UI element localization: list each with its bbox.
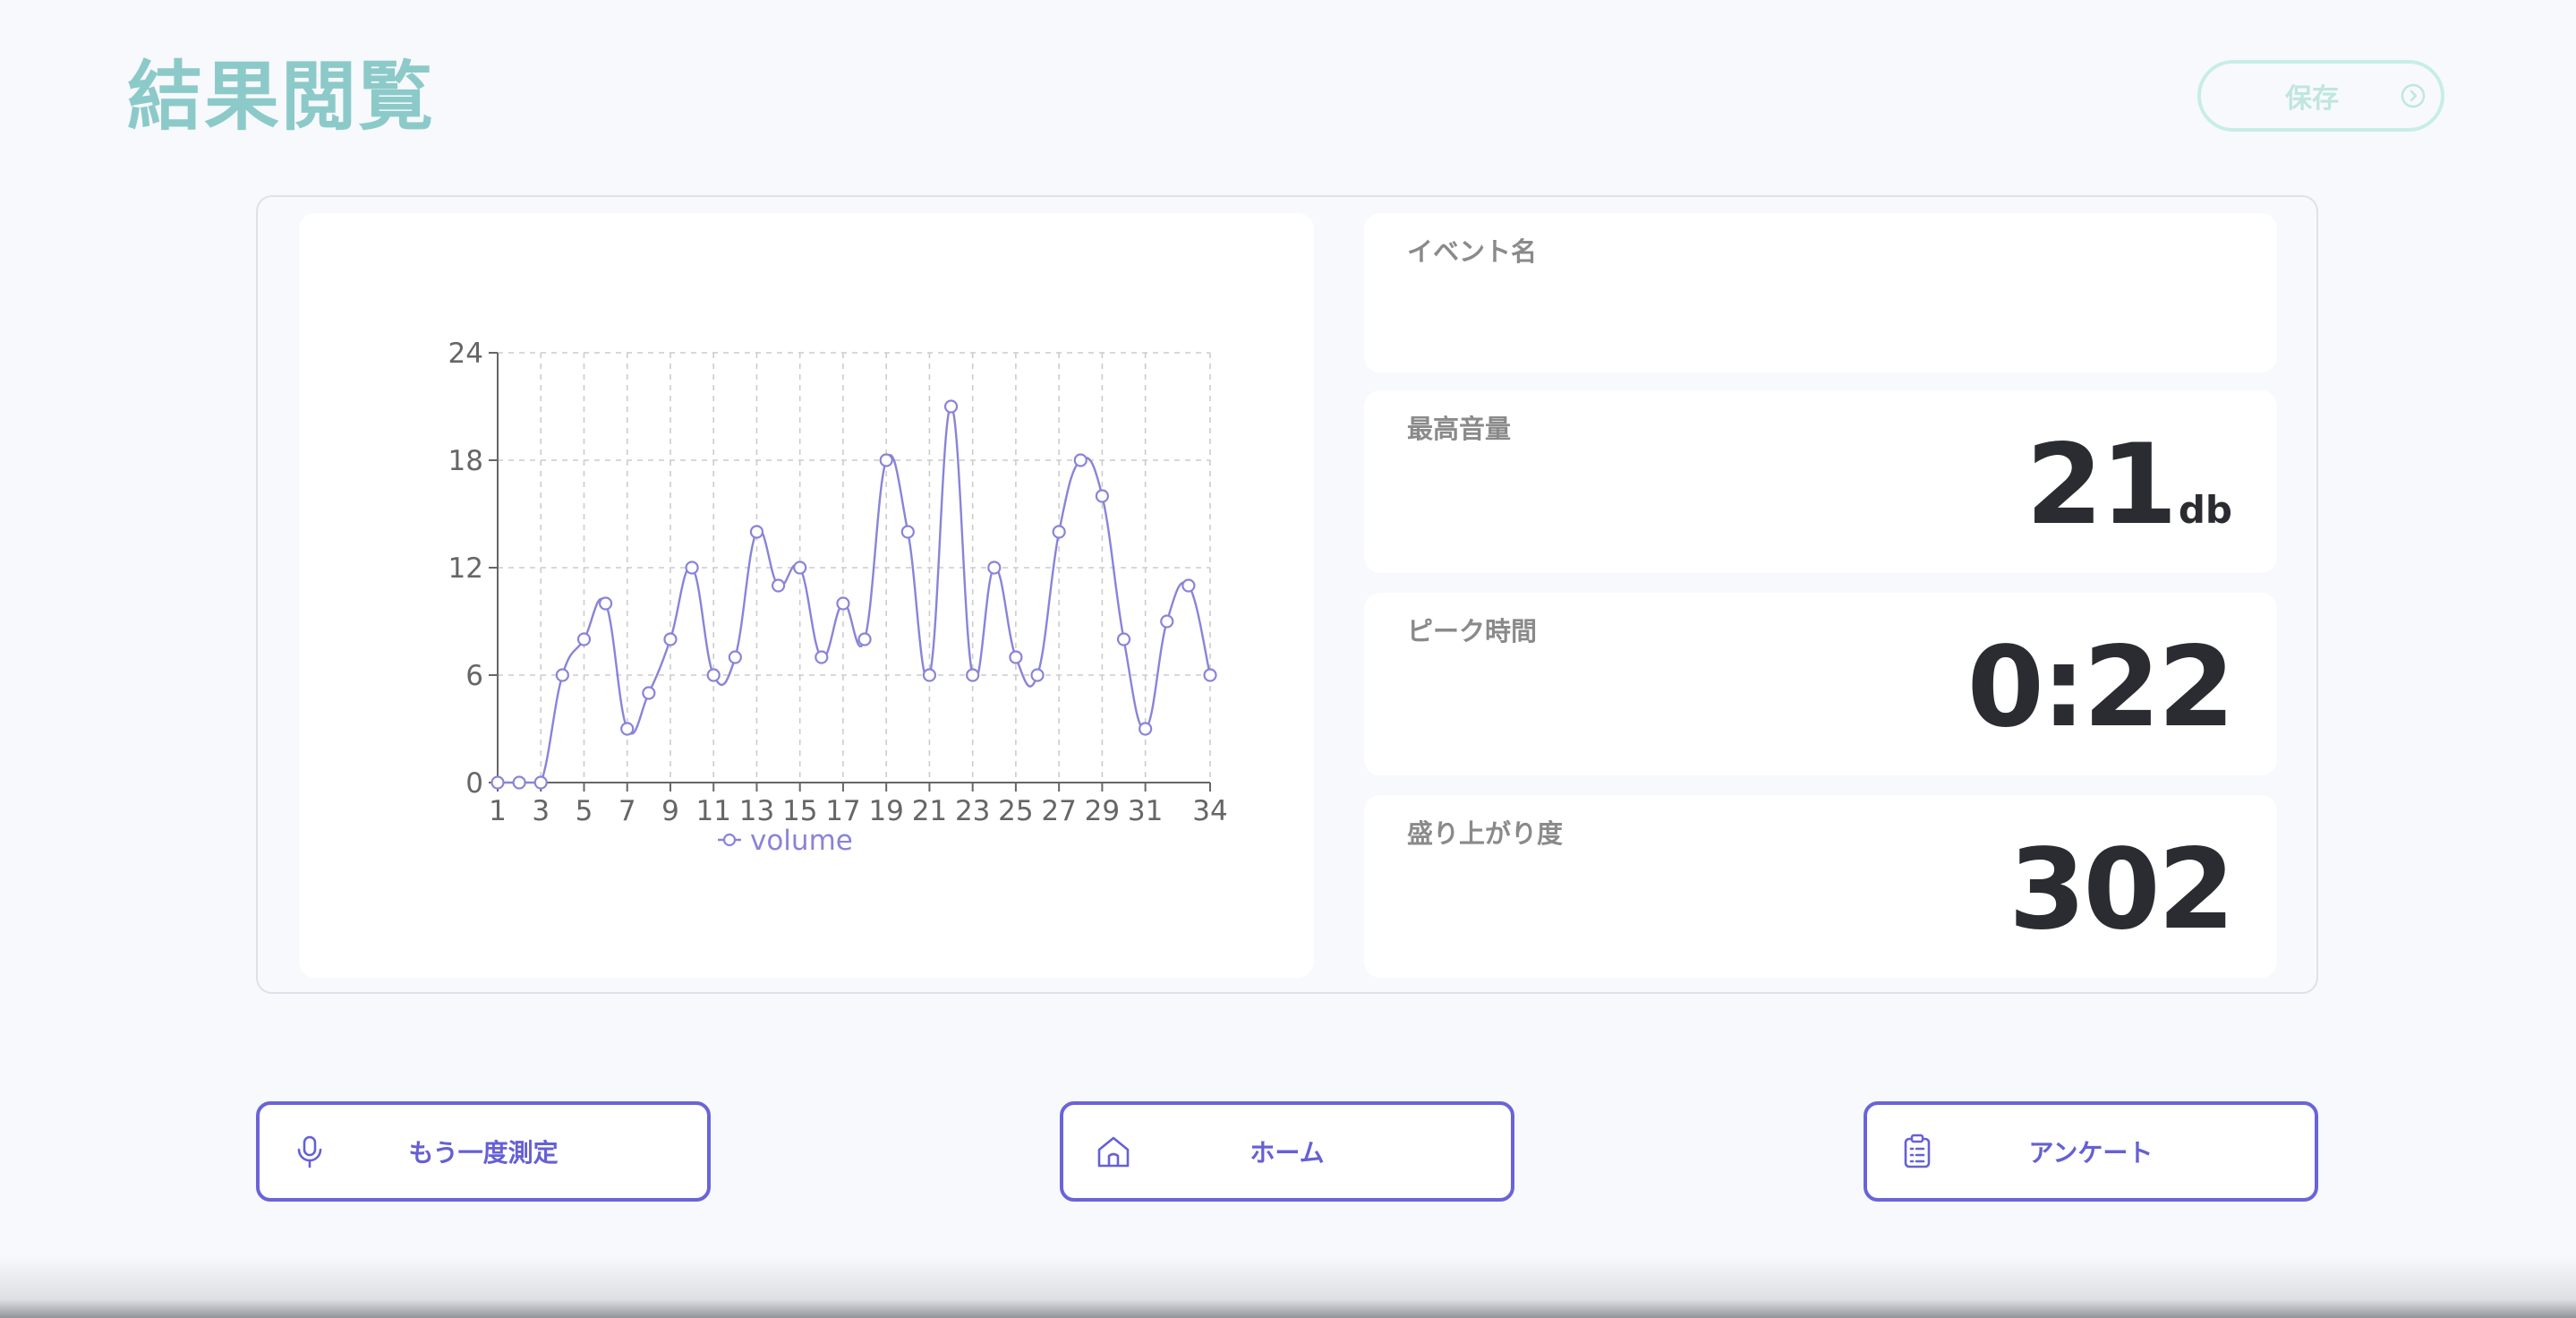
volume-data-point <box>943 399 959 414</box>
volume-data-point <box>599 596 613 611</box>
volume-data-point <box>793 561 807 575</box>
y-tick-label: 18 <box>448 445 483 477</box>
volume-data-point <box>815 650 829 664</box>
volume-data-point <box>1073 453 1088 467</box>
peak-time-card: ピーク時間 0:22 <box>1364 593 2277 775</box>
volume-data-point <box>966 668 980 682</box>
save-button[interactable]: 保存 <box>2197 60 2444 132</box>
x-tick-label: 1 <box>489 795 507 827</box>
excitement-card: 盛り上がり度 302 <box>1364 795 2277 978</box>
x-tick-label: 31 <box>1128 795 1163 827</box>
peak-time-value: 0:22 <box>1966 623 2235 752</box>
volume-data-point <box>1052 525 1066 539</box>
y-tick-label: 6 <box>465 660 483 692</box>
volume-data-point <box>1095 489 1109 503</box>
volume-data-point <box>857 632 872 646</box>
volume-data-point <box>987 561 1002 575</box>
max-volume-value: 21 <box>2026 421 2178 550</box>
volume-data-point <box>490 775 505 790</box>
volume-data-point <box>879 453 893 467</box>
legend-marker-point <box>722 833 737 847</box>
y-tick-label: 0 <box>465 767 483 800</box>
event-name-card: イベント名 <box>1364 213 2277 372</box>
x-tick-label: 25 <box>998 795 1033 827</box>
x-tick-label: 21 <box>912 795 947 827</box>
x-tick-label: 19 <box>868 795 903 827</box>
y-tick-label: 12 <box>448 552 483 585</box>
volume-data-point <box>533 775 548 790</box>
x-tick-label: 15 <box>782 795 817 827</box>
volume-data-point <box>706 668 721 682</box>
legend-label: volume <box>750 825 853 857</box>
x-tick-label: 23 <box>955 795 990 827</box>
volume-data-point <box>576 632 592 646</box>
x-tick-label: 29 <box>1085 795 1120 827</box>
max-volume-unit: db <box>2178 488 2232 532</box>
x-tick-label: 9 <box>661 795 679 827</box>
x-tick-label: 27 <box>1041 795 1076 827</box>
x-tick-label: 17 <box>825 795 860 827</box>
volume-data-point <box>642 686 656 700</box>
event-name-label: イベント名 <box>1407 236 1538 267</box>
x-tick-label: 13 <box>739 795 774 827</box>
home-button[interactable]: ホーム <box>1060 1101 1514 1202</box>
volume-data-point <box>836 596 850 611</box>
excitement-label: 盛り上がり度 <box>1407 818 1564 849</box>
volume-data-point <box>771 578 786 593</box>
volume-data-point <box>555 668 569 682</box>
bottom-shade <box>0 1255 2576 1318</box>
x-tick-label: 34 <box>1192 795 1227 827</box>
excitement-value: 302 <box>2009 826 2235 954</box>
save-button-label: 保存 <box>2285 83 2339 115</box>
max-volume-card: 最高音量 21db <box>1364 390 2277 573</box>
microphone-icon <box>297 1135 322 1168</box>
survey-button[interactable]: アンケート <box>1864 1101 2318 1202</box>
volume-data-point <box>620 722 635 736</box>
volume-data-point <box>922 668 937 682</box>
max-volume-label: 最高音量 <box>1407 414 1512 444</box>
x-tick-label: 3 <box>532 795 550 827</box>
volume-series-line <box>498 405 1212 784</box>
volume-data-point <box>685 561 699 575</box>
page-title: 結果閲覧 <box>127 53 436 141</box>
chevron-right-circle-icon <box>2401 83 2426 108</box>
volume-chart-card: 0 6 12 18 24 1 3 5 7 9 11 13 15 17 19 21 23 25 27 29 31 34 vol… <box>299 213 1314 978</box>
max-volume-value-wrap: 21db <box>2026 430 2232 541</box>
peak-time-label: ピーク時間 <box>1407 616 1538 646</box>
home-icon <box>1097 1136 1130 1168</box>
y-tick-label: 24 <box>448 338 483 370</box>
x-tick-label: 7 <box>618 795 636 827</box>
volume-data-point <box>512 775 526 790</box>
volume-data-point <box>1160 614 1174 629</box>
volume-data-point <box>1181 578 1196 593</box>
volume-data-point <box>749 525 764 539</box>
retry-measure-button[interactable]: もう一度測定 <box>256 1101 711 1202</box>
volume-line-chart: 061218241 3 5 7 9 11 13 15 17 19 21 23 25 27 29 31 34vol… <box>448 338 1228 857</box>
volume-data-point <box>1030 668 1045 682</box>
volume-data-point <box>1116 632 1131 646</box>
volume-data-point <box>900 525 915 539</box>
volume-data-point <box>1139 722 1153 736</box>
clipboard-icon <box>1904 1134 1931 1168</box>
volume-data-point <box>728 650 742 664</box>
volume-data-point <box>1009 650 1023 664</box>
volume-data-point <box>1203 668 1217 682</box>
x-tick-label: 11 <box>695 795 730 827</box>
volume-data-point <box>663 632 678 646</box>
result-panel: 0 6 12 18 24 1 3 5 7 9 11 13 15 17 19 21 23 25 27 29 31 34 vol… <box>256 195 2318 994</box>
x-tick-label: 5 <box>576 795 593 827</box>
